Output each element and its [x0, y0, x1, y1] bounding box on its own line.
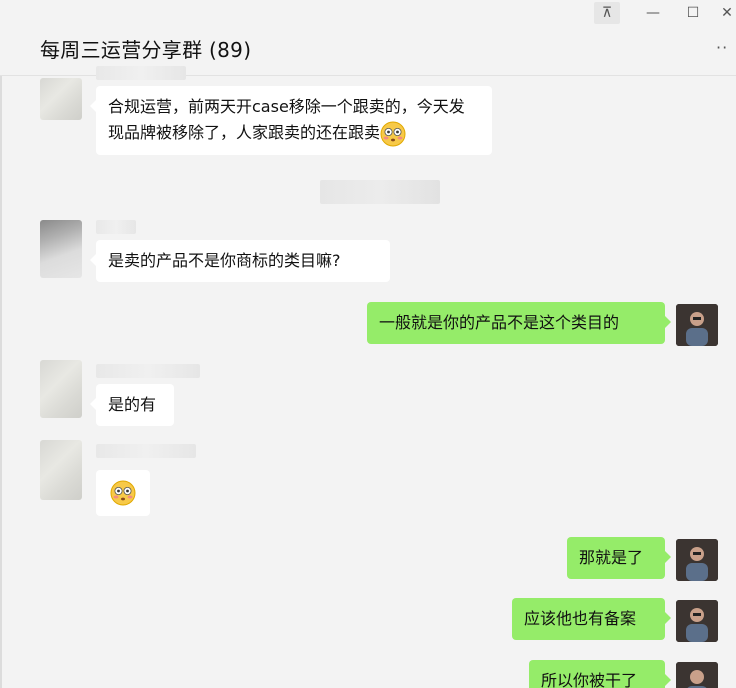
message-bubble-self[interactable]: 一般就是你的产品不是这个类目的	[367, 302, 671, 344]
sender-name-blurred	[96, 220, 136, 234]
message-bubble[interactable]	[96, 470, 150, 516]
person-photo-icon	[676, 539, 718, 581]
message-text: 那就是了	[579, 548, 644, 567]
close-button[interactable]: ✕	[714, 2, 736, 24]
message-bubble[interactable]: 是卖的产品不是你商标的类目嘛?	[90, 240, 390, 282]
self-avatar[interactable]	[676, 662, 718, 688]
more-options-icon[interactable]: ··	[716, 38, 728, 57]
avatar[interactable]	[40, 220, 82, 278]
avatar[interactable]	[40, 440, 82, 500]
self-avatar[interactable]	[676, 304, 718, 346]
message-bubble-self[interactable]: 那就是了	[567, 537, 671, 579]
chat-window: 每周三运营分享群 (89) ⊼ — ☐ ✕ ·· 合规运营，前两天开case移除…	[0, 0, 736, 688]
avatar[interactable]	[40, 360, 82, 418]
minimize-button[interactable]: —	[640, 2, 666, 24]
message-text: 合规运营，前两天开case移除一个跟卖的，今天发现品牌被移除了，人家跟卖的还在跟…	[108, 97, 465, 142]
message-text: 是的有	[108, 395, 157, 414]
message-text: 应该他也有备案	[524, 609, 637, 628]
timestamp-blurred	[320, 180, 440, 204]
message-bubble-self[interactable]: 应该他也有备案	[512, 598, 671, 640]
chat-title: 每周三运营分享群 (89)	[40, 38, 252, 62]
message-bubble-self[interactable]: 所以你被干了	[529, 660, 671, 688]
pin-icon[interactable]: ⊼	[594, 2, 620, 24]
panel-divider	[0, 76, 2, 688]
message-text: 是卖的产品不是你商标的类目嘛?	[108, 251, 341, 270]
self-avatar[interactable]	[676, 539, 718, 581]
message-text: 所以你被干了	[541, 671, 638, 688]
sender-name-blurred	[96, 66, 186, 80]
person-photo-icon	[676, 662, 718, 688]
flushed-face-icon	[380, 121, 406, 146]
self-avatar[interactable]	[676, 600, 718, 642]
avatar[interactable]	[40, 78, 82, 120]
maximize-button[interactable]: ☐	[680, 2, 706, 24]
flushed-face-icon	[110, 480, 136, 506]
person-photo-icon	[676, 304, 718, 346]
title-bar: 每周三运营分享群 (89) ⊼ — ☐ ✕ ··	[0, 0, 736, 76]
sender-name-blurred	[96, 444, 196, 458]
message-bubble[interactable]: 合规运营，前两天开case移除一个跟卖的，今天发现品牌被移除了，人家跟卖的还在跟…	[90, 86, 492, 155]
person-photo-icon	[676, 600, 718, 642]
message-bubble[interactable]: 是的有	[90, 384, 174, 426]
sender-name-blurred	[96, 364, 200, 378]
message-text: 一般就是你的产品不是这个类目的	[379, 313, 620, 332]
